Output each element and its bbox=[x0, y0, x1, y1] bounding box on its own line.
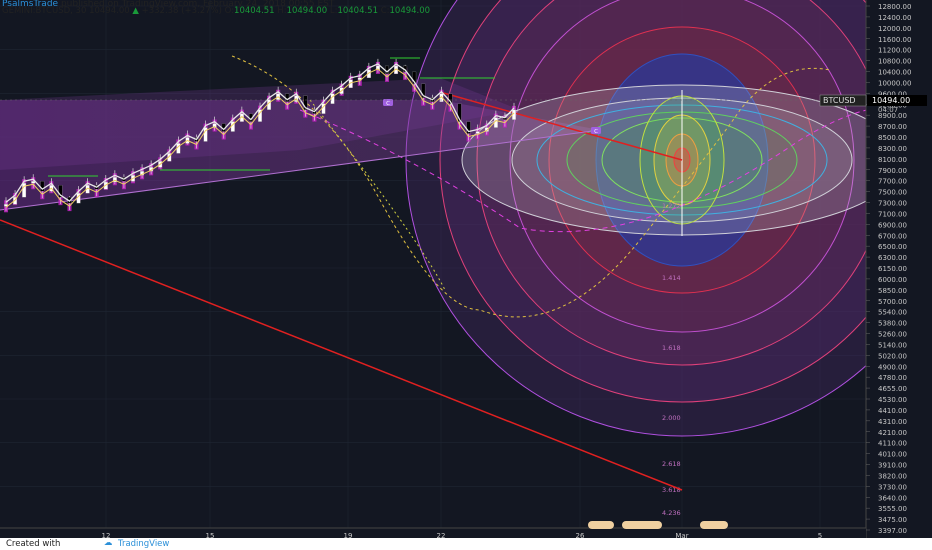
price-tick-label: 4210.00 bbox=[878, 429, 907, 437]
price-tick-label: 10800.00 bbox=[878, 58, 911, 66]
price-tick-label: 8100.00 bbox=[878, 156, 907, 164]
price-change: +332.38 (+3.27%) bbox=[141, 6, 222, 16]
price-tick-label: 6000.00 bbox=[878, 276, 907, 284]
price-tick-label: 3475.00 bbox=[878, 516, 907, 524]
price-tick-label: 6150.00 bbox=[878, 265, 907, 273]
price-tick-label: 3640.00 bbox=[878, 494, 907, 502]
price-tick-label: 6700.00 bbox=[878, 232, 907, 240]
price-tick-label: 4655.00 bbox=[878, 385, 907, 393]
created-with-label: Created with bbox=[6, 539, 61, 549]
price-tick-label: 5380.00 bbox=[878, 320, 907, 328]
chart-header: PsalmsTrade published on TradingView.com… bbox=[0, 0, 860, 16]
ohlc-line: GEMINI:BTCUSD, 30 10494.00 ▲ +332.38 (+3… bbox=[2, 6, 430, 16]
price-tick-label: 11200.00 bbox=[878, 47, 911, 55]
open-label: O: bbox=[224, 6, 235, 16]
price-tick-label: 8700.00 bbox=[878, 123, 907, 131]
price-tick-label: 5700.00 bbox=[878, 298, 907, 306]
price-tick-label: 6300.00 bbox=[878, 254, 907, 262]
high-value: 10494.00 bbox=[286, 6, 328, 16]
price-tick-label: 5020.00 bbox=[878, 352, 907, 360]
marker-label: C bbox=[386, 101, 390, 107]
price-tick-label: 11600.00 bbox=[878, 36, 911, 44]
price-tick-label: 10000.00 bbox=[878, 79, 911, 87]
open-value: 10404.51 bbox=[234, 6, 275, 16]
price-tick-label: 7900.00 bbox=[878, 167, 907, 175]
candle bbox=[22, 183, 27, 198]
price-tick-label: 12400.00 bbox=[878, 14, 911, 22]
chart-screen: 1.272 1.414 1.618 2.000 2.618 3.618 4.236 C C 1… bbox=[0, 0, 932, 550]
symbol-label: GEMINI:BTCUSD, 30 bbox=[2, 6, 87, 16]
event-badge-3[interactable] bbox=[700, 521, 728, 529]
marker-label: C bbox=[594, 129, 598, 135]
event-badge-1[interactable] bbox=[588, 521, 614, 529]
price-tick-label: 5140.00 bbox=[878, 341, 907, 349]
price-tick-label: 7100.00 bbox=[878, 210, 907, 218]
price-tick-label: 3555.00 bbox=[878, 505, 907, 513]
chart-canvas[interactable]: 1.272 1.414 1.618 2.000 2.618 3.618 4.236 C C 1… bbox=[0, 0, 932, 550]
price-tag-value: 10494.00 bbox=[872, 96, 910, 105]
close-label: C: bbox=[380, 6, 390, 16]
price-tick-label: 3730.00 bbox=[878, 483, 907, 491]
price-tick-label: 4780.00 bbox=[878, 374, 907, 382]
price-tick-label: 6900.00 bbox=[878, 221, 907, 229]
tradingview-brand-link[interactable]: TradingView bbox=[118, 539, 169, 549]
fib-level-label: 3.618 bbox=[662, 486, 681, 494]
price-tick-label: 7700.00 bbox=[878, 178, 907, 186]
price-tick-label: 7300.00 bbox=[878, 200, 907, 208]
price-tick-label: 8300.00 bbox=[878, 145, 907, 153]
fib-level-label: 1.272 bbox=[662, 202, 681, 210]
candle bbox=[285, 93, 290, 102]
fib-level-label: 2.618 bbox=[662, 460, 681, 468]
price-tick-label: 12000.00 bbox=[878, 25, 911, 33]
fib-level-label: 1.618 bbox=[662, 344, 681, 352]
fib-level-label: 1.414 bbox=[662, 274, 681, 282]
up-arrow-icon: ▲ bbox=[132, 6, 139, 16]
symbol-tag: BTCUSD bbox=[823, 96, 856, 105]
price-tick-label: 4110.00 bbox=[878, 440, 907, 448]
footer: Created with ☁ TradingView bbox=[0, 538, 932, 550]
low-value: 10404.51 bbox=[337, 6, 378, 16]
price-tick-label: 3910.00 bbox=[878, 462, 907, 470]
price-tick-label: 5540.00 bbox=[878, 309, 907, 317]
tradingview-logo-icon: ☁ bbox=[104, 538, 113, 548]
price-tick-label: 4530.00 bbox=[878, 396, 907, 404]
event-badges[interactable] bbox=[588, 521, 728, 529]
last-price: 10494.00 bbox=[89, 6, 130, 16]
price-tick-label: 4310.00 bbox=[878, 418, 907, 426]
high-label: H: bbox=[277, 6, 287, 16]
fib-level-label: 4.236 bbox=[662, 509, 681, 517]
price-tick-label: 3820.00 bbox=[878, 472, 907, 480]
price-tick-label: 12800.00 bbox=[878, 3, 911, 11]
fib-level-label: 2.000 bbox=[662, 414, 681, 422]
price-tick-label: 6500.00 bbox=[878, 243, 907, 251]
price-tick-label: 5260.00 bbox=[878, 331, 907, 339]
price-tag-countdown: 04:07 bbox=[878, 106, 898, 114]
price-tick-label: 4900.00 bbox=[878, 363, 907, 371]
close-value: 10494.00 bbox=[389, 6, 431, 16]
event-badge-2[interactable] bbox=[622, 521, 662, 529]
price-tick-label: 5850.00 bbox=[878, 287, 907, 295]
candle bbox=[475, 131, 480, 134]
price-tick-label: 4410.00 bbox=[878, 407, 907, 415]
price-tick-label: 3397.00 bbox=[878, 527, 907, 535]
price-tick-label: 4010.00 bbox=[878, 451, 907, 459]
price-tick-label: 10400.00 bbox=[878, 69, 911, 77]
price-tick-label: 8500.00 bbox=[878, 134, 907, 142]
price-tick-label: 7500.00 bbox=[878, 189, 907, 197]
